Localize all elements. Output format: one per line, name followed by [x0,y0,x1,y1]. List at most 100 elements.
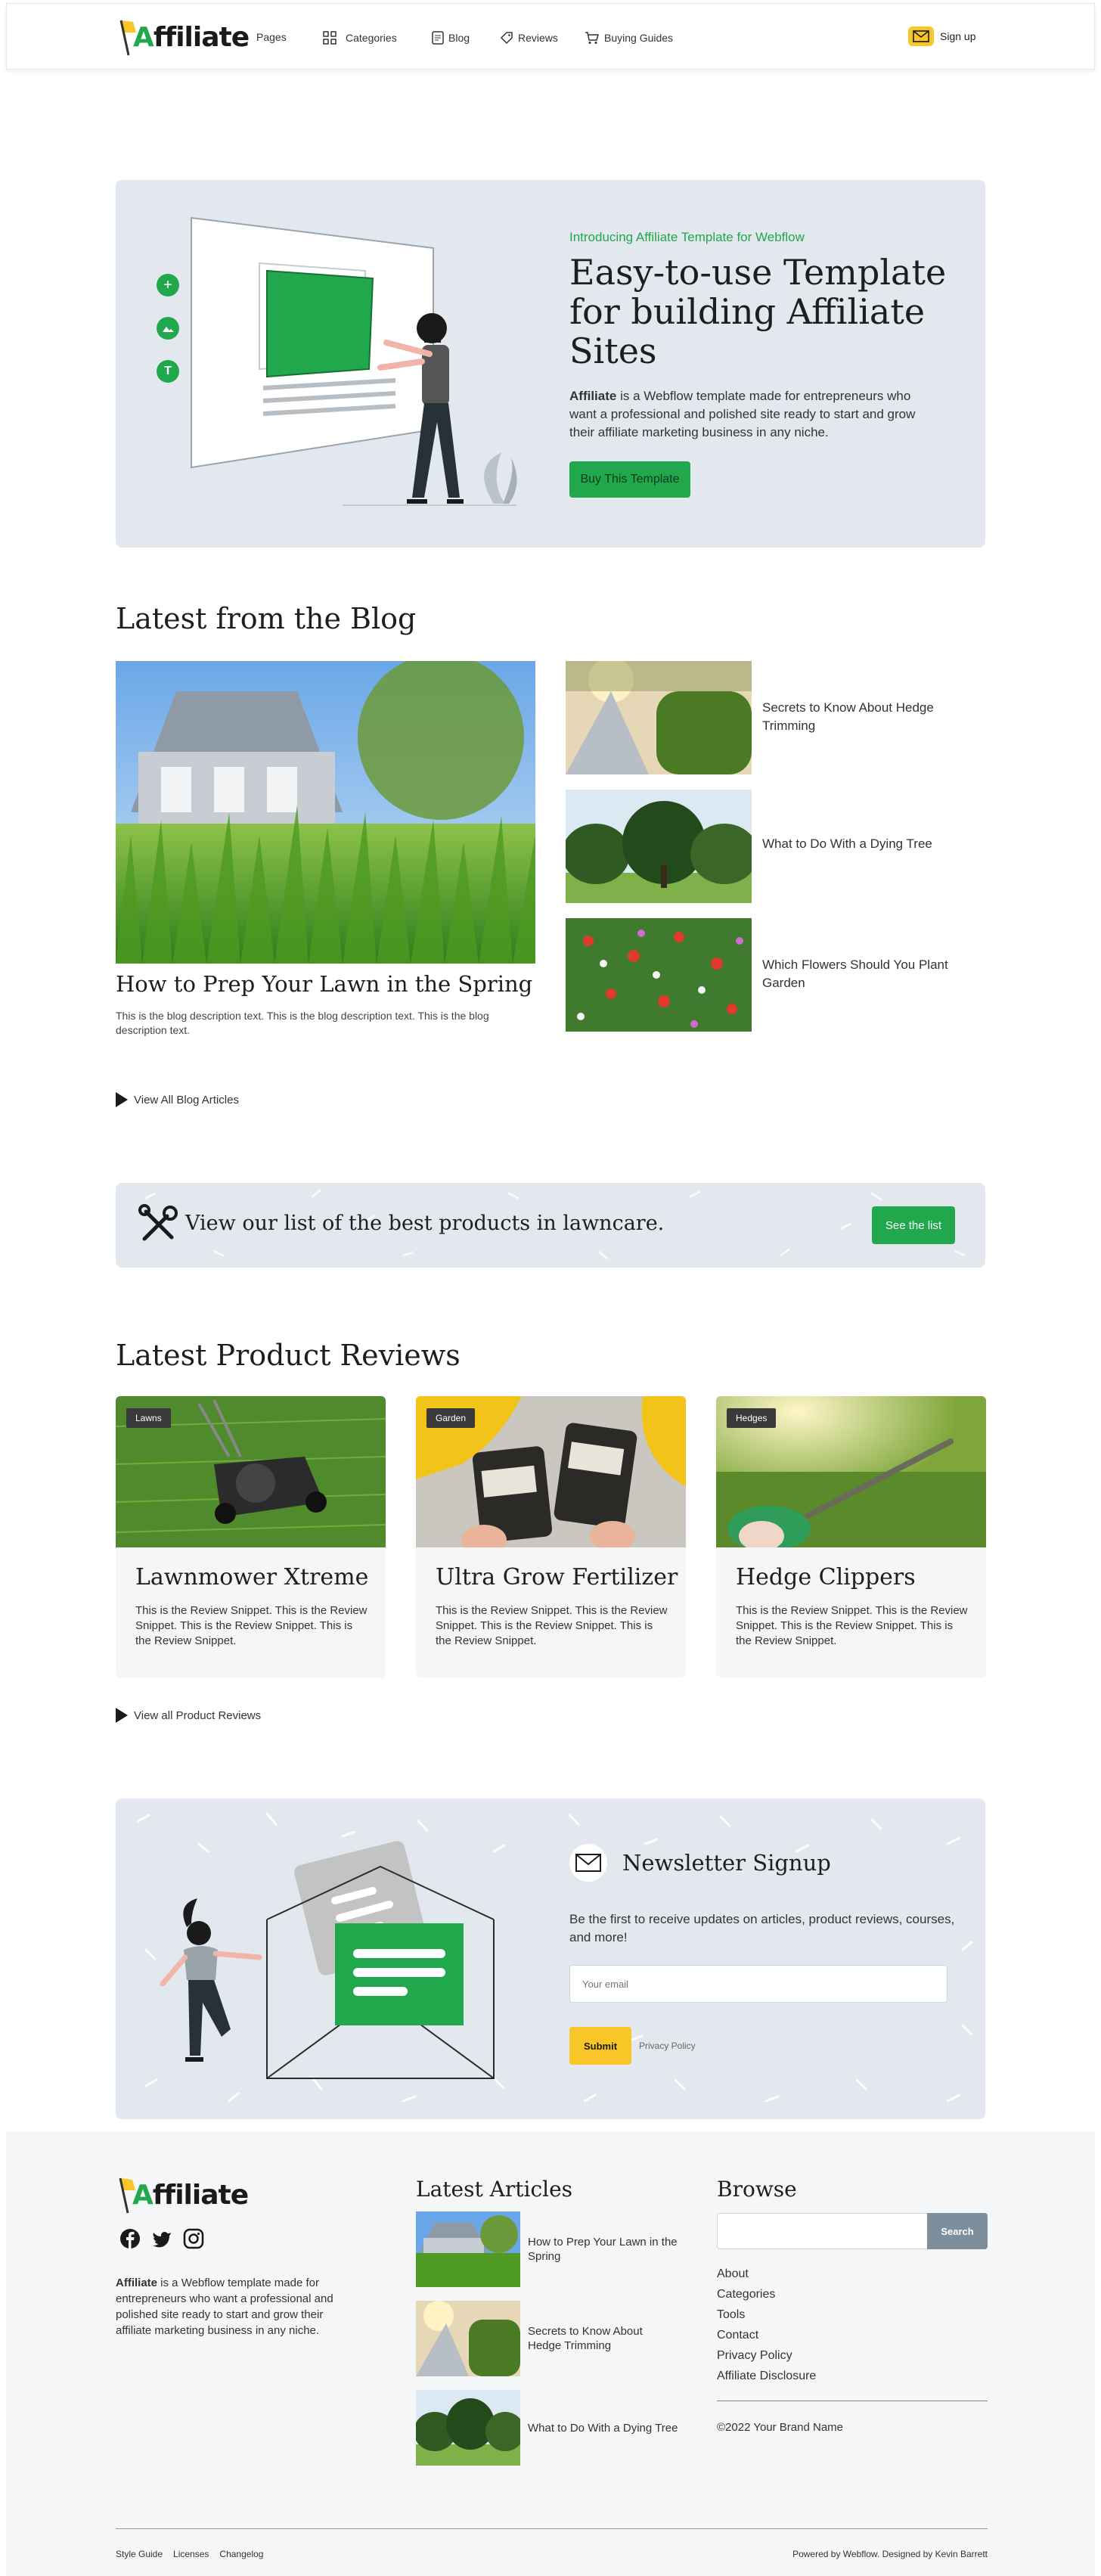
credits: Powered by Webflow. Designed by Kevin Ba… [785,2549,988,2559]
newsletter-illustration [160,1841,495,2079]
review-tag-3[interactable]: Hedges [727,1408,777,1428]
footer-logo[interactable]: Affiliate [116,2175,249,2214]
footer-article-title-1: How to Prep Your Lawn in the Spring [528,2236,678,2263]
signup-label: Sign up [940,30,976,42]
nav-buying-guides[interactable]: Buying Guides [585,31,673,45]
footer-link-tools[interactable]: Tools [717,2308,745,2322]
featured-post-image[interactable] [116,661,535,964]
review-card-3[interactable]: Hedges Hedge Clippers This is the Review… [716,1396,986,1678]
see-list-button[interactable]: See the list [872,1206,955,1244]
nav-pages-label: Pages [256,31,287,43]
view-all-reviews-label: View all Product Reviews [134,1709,262,1722]
footer-article-2[interactable]: Secrets to Know About Hedge Trimming [416,2301,679,2376]
side-post-image-1[interactable] [566,661,752,774]
submit-button[interactable]: Submit [569,2027,631,2065]
footer-link-categories[interactable]: Categories [717,2288,775,2301]
footer: Affiliate Affiliate is a Webflow templat… [6,2131,1095,2576]
twitter-icon[interactable] [151,2228,172,2249]
review-snippet-1: This is the Review Snippet. This is the … [135,1604,368,1647]
tools-icon [138,1204,178,1241]
review-title-1: Lawnmower Xtreme [135,1564,369,1591]
nav-categories-label: Categories [346,32,397,44]
footer-article-1[interactable]: How to Prep Your Lawn in the Spring [416,2211,679,2287]
view-all-blog-link[interactable]: View All Blog Articles [116,1092,239,1107]
hero-intro: Introducing Affiliate Template for Webfl… [569,230,805,244]
footer-article-image-2 [416,2301,520,2376]
review-tag-2[interactable]: Garden [426,1408,476,1428]
tag-icon [500,32,513,45]
style-guide-link[interactable]: Style Guide [116,2549,163,2559]
plus-icon: + [157,274,179,296]
nav-blog-label: Blog [448,32,470,44]
hero-desc-text: is a Webflow template made for entrepren… [569,389,916,439]
product-list-banner: View our list of the best products in la… [116,1183,985,1268]
hero-desc-brand: Affiliate [569,389,617,403]
footer-about-brand: Affiliate [116,2277,158,2289]
hero-section: + T Introducing Affiliate Template for W… [116,180,985,548]
blog-heading: Latest from the Blog [116,602,417,635]
footer-link-disclosure[interactable]: Affiliate Disclosure [717,2370,816,2383]
nav-pages[interactable]: Pages [256,31,287,43]
signup-link[interactable]: Sign up [908,26,975,46]
facebook-icon[interactable] [119,2228,141,2249]
review-title-2: Ultra Grow Fertilizer [436,1564,678,1591]
footer-article-title-2: Secrets to Know About Hedge Trimming [528,2325,643,2352]
nav-buying-guides-label: Buying Guides [604,32,674,44]
banner-text: View our list of the best products in la… [185,1212,665,1235]
review-snippet-3: This is the Review Snippet. This is the … [736,1604,968,1647]
licenses-link[interactable]: Licenses [173,2549,209,2559]
featured-post-title[interactable]: How to Prep Your Lawn in the Spring [116,971,532,997]
side-post-image-3[interactable] [566,918,752,1032]
designed-by-text: . Designed by Kevin Barrett [876,2549,988,2559]
side-post-title-2[interactable]: What to Do With a Dying Tree [762,835,966,853]
newsletter-email-input[interactable] [569,1965,947,2003]
review-snippet-2: This is the Review Snippet. This is the … [436,1604,668,1647]
footer-article-title-3: What to Do With a Dying Tree [528,2421,678,2435]
newsletter-title: Newsletter Signup [622,1850,831,1876]
newsletter-desc: Be the first to receive updates on artic… [569,1912,955,1944]
review-card-1[interactable]: Lawns Lawnmower Xtreme This is the Revie… [116,1396,386,1678]
side-post-image-2[interactable] [566,790,752,903]
browse-heading: Browse [717,2177,797,2202]
footer-logo-letter: A [132,2179,154,2211]
play-arrow-icon [116,1092,128,1107]
mail-icon [908,26,934,46]
changelog-link[interactable]: Changelog [219,2549,263,2559]
social-links [119,2228,204,2249]
envelope-icon [569,1844,607,1882]
logo-rest: ffiliate [153,21,250,53]
nav-categories[interactable]: Categories [323,31,397,45]
footer-link-contact[interactable]: Contact [717,2329,758,2342]
blog-icon [432,31,444,45]
footer-link-about[interactable]: About [717,2267,749,2281]
copyright: ©2022 Your Brand Name [717,2421,843,2434]
buy-template-button[interactable]: Buy This Template [569,461,690,498]
review-card-2[interactable]: Garden Ultra Grow Fertilizer This is the… [416,1396,686,1678]
review-tag-1[interactable]: Lawns [126,1408,171,1428]
nav-reviews[interactable]: Reviews [500,31,558,45]
nav-blog[interactable]: Blog [432,31,470,45]
footer-logo-rest: ffiliate [152,2179,249,2211]
footer-link-privacy[interactable]: Privacy Policy [717,2349,792,2363]
side-post-title-1[interactable]: Secrets to Know About Hedge Trimming [762,699,966,735]
footer-search-button[interactable]: Search [927,2213,988,2249]
logo[interactable]: Affiliate [116,17,250,57]
reviews-heading: Latest Product Reviews [116,1339,461,1372]
cart-icon [585,32,599,44]
review-title-3: Hedge Clippers [736,1564,916,1591]
privacy-policy-link[interactable]: Privacy Policy [639,2041,696,2051]
newsletter-section: Newsletter Signup Be the first to receiv… [116,1799,985,2119]
latest-articles-heading: Latest Articles [416,2177,573,2202]
view-all-reviews-link[interactable]: View all Product Reviews [116,1708,261,1723]
webflow-link[interactable]: Webflow [843,2549,877,2559]
footer-article-image-1 [416,2211,520,2287]
footer-article-3[interactable]: What to Do With a Dying Tree [416,2390,679,2466]
footer-bottom-links: Style Guide Licenses Changelog [116,2549,263,2559]
instagram-icon[interactable] [183,2228,204,2249]
side-post-title-3[interactable]: Which Flowers Should You Plant Garden [762,956,966,992]
logo-letter: A [133,21,154,53]
hero-title: Easy-to-use Template for building Affili… [569,252,947,371]
footer-search-input[interactable] [717,2213,927,2249]
footer-about: Affiliate is a Webflow template made for… [116,2275,350,2339]
featured-post-desc: This is the blog description text. This … [116,1010,489,1036]
